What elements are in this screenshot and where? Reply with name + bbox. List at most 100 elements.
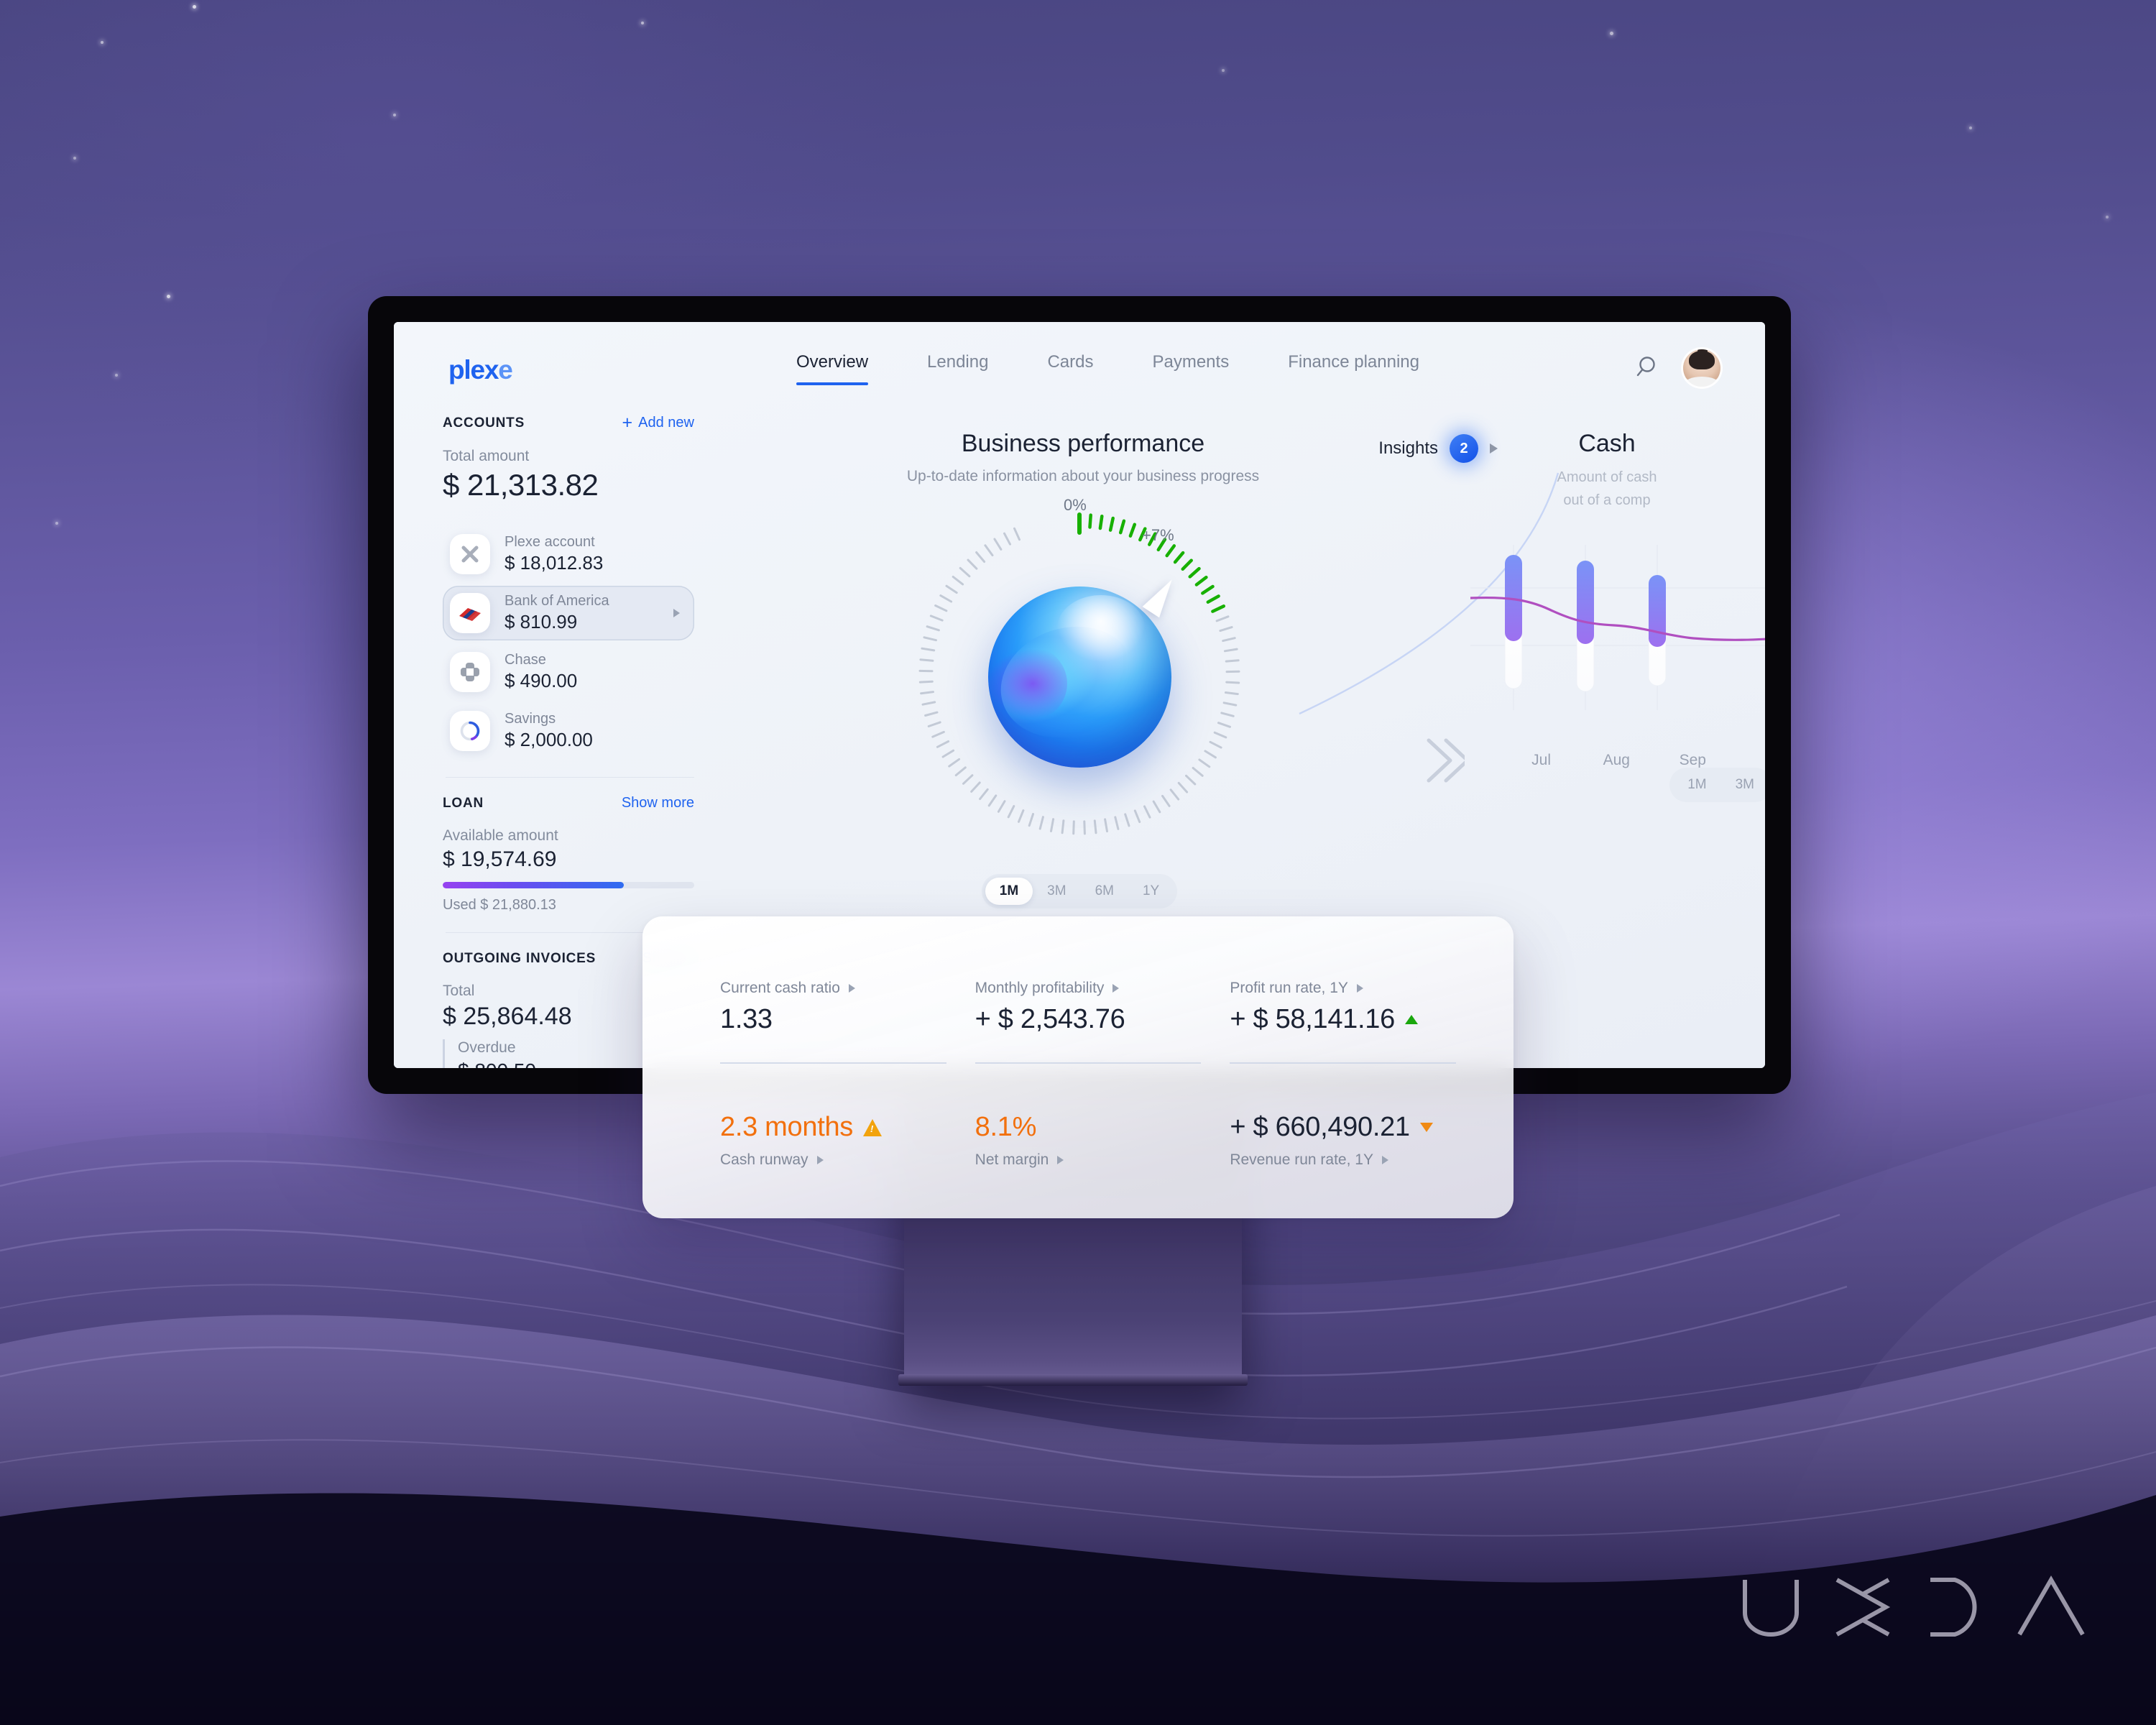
period-pill: 1M 3M 6M 1Y [981,874,1178,908]
business-performance-panel: Business performance Up-to-date informat… [703,430,1463,488]
metric-label: Revenue run rate, 1Y [1230,1151,1373,1168]
uxda-letter-d [1930,1578,1977,1637]
metric-value-text: 2.3 months [720,1112,853,1142]
uxda-letter-u [1743,1580,1799,1637]
search-icon[interactable] [1634,355,1659,380]
metric-label: Net margin [975,1151,1049,1168]
gauge-value-label: +7% [1142,526,1174,544]
metric-cash-runway[interactable]: 2.3 months Cash runway [720,1112,946,1169]
performance-gauge: 0% +7% [911,496,1248,840]
cash-flow-panel: Cash Amount of cash out of a comp [1449,430,1765,511]
page-subtitle: Up-to-date information about your busine… [906,468,1260,484]
metric-rule [975,1062,1202,1064]
star [2106,216,2109,218]
metric-value-text: + $ 660,490.21 [1230,1112,1410,1142]
gauge-min-label: 0% [1064,496,1087,514]
total-amount-value: $ 21,313.82 [443,468,599,502]
metric-value: 2.3 months [720,1112,946,1143]
chevron-right-icon [1057,1156,1064,1164]
cash-flow-chart [1470,545,1765,710]
page-title: Business performance [961,430,1205,457]
chevron-right-icon [1381,1156,1388,1164]
metric-value-text: 1.33 [720,1004,773,1034]
metric-header: Cash runway [720,1151,946,1169]
star [1969,126,1972,129]
chevron-right-icon [1356,984,1363,993]
uxda-letter-x [1835,1578,1891,1637]
metric-header: Net margin [975,1151,1202,1169]
metrics-row-1: Current cash ratio 1.33 Monthly profitab… [720,980,1456,1064]
metric-value: + $ 58,141.16 [1230,1004,1456,1035]
trend-down-icon [1419,1123,1433,1132]
monitor-stand-foot [898,1374,1248,1386]
cash-panel-subtitle-2: out of a comp [1563,492,1651,508]
metric-value-text: + $ 2,543.76 [975,1004,1125,1034]
sphere-gloss [1057,595,1145,661]
logo-main: plex [448,355,499,385]
total-amount-label: Total amount [443,448,530,464]
metric-rule [720,1062,946,1064]
metric-revenue-run-rate[interactable]: + $ 660,490.21 Revenue run rate, 1Y [1230,1112,1456,1169]
star [641,22,644,24]
star [1610,32,1613,35]
plus-icon: + [622,413,633,433]
tab-finance-planning[interactable]: Finance planning [1288,352,1419,385]
metric-value-text: 8.1% [975,1112,1037,1142]
metric-value: + $ 660,490.21 [1230,1112,1456,1143]
period-1y[interactable]: 1Y [1128,878,1174,905]
accounts-header: ACCOUNTS + Add new [443,414,694,432]
star [167,295,170,298]
metric-value: 1.33 [720,1004,946,1035]
period-1m[interactable]: 1M [985,878,1033,905]
star [193,5,196,9]
metric-value: 8.1% [975,1112,1202,1143]
tab-cards[interactable]: Cards [1047,352,1093,385]
metric-value-text: + $ 58,141.16 [1230,1004,1395,1034]
tab-payments[interactable]: Payments [1152,352,1229,385]
metric-current-cash-ratio[interactable]: Current cash ratio 1.33 [720,980,946,1064]
metric-header: Monthly profitability [975,980,1202,997]
star [1222,69,1225,72]
cash-period-pill: 1M 3M [1669,768,1765,802]
star [55,522,58,525]
metric-net-margin[interactable]: 8.1% Net margin [975,1112,1202,1169]
chevron-right-icon [848,984,855,993]
desktop-scene: plexe Overview Lending Cards Payments Fi… [0,0,2156,1725]
cash-panel-title: Cash [1578,430,1636,457]
cash-period-selector: 1M 3M [1669,768,1765,802]
star [73,157,76,160]
performance-sphere [988,586,1171,768]
chevron-right-icon [1112,984,1120,993]
cash-panel-subtitle-1: Amount of cash [1557,469,1657,485]
period-6m[interactable]: 6M [1081,878,1128,905]
main-nav: Overview Lending Cards Payments Finance … [796,352,1478,385]
metric-monthly-profitability[interactable]: Monthly profitability + $ 2,543.76 [975,980,1202,1064]
cash-period-1m[interactable]: 1M [1673,771,1720,799]
metric-header: Current cash ratio [720,980,946,997]
add-new-account-button[interactable]: + Add new [622,414,694,432]
chart-x-label-sep: Sep [1679,752,1706,768]
insights-label: Insights [1378,438,1438,458]
chevron-right-icon [816,1156,824,1164]
chart-x-label-jul: Jul [1531,752,1551,768]
add-new-label: Add new [638,415,694,431]
metric-rule [1230,1062,1456,1064]
logo-accent: e [498,355,513,385]
avatar[interactable] [1683,349,1720,387]
metric-profit-run-rate[interactable]: Profit run rate, 1Y + $ 58,141.16 [1230,980,1456,1064]
tab-overview[interactable]: Overview [796,352,869,385]
star [101,41,103,44]
app-logo[interactable]: plexe [448,355,513,385]
invoices-title: OUTGOING INVOICES [443,950,596,966]
app-header: plexe Overview Lending Cards Payments Fi… [394,322,1765,401]
key-metrics-card: Current cash ratio 1.33 Monthly profitab… [642,916,1514,1218]
tab-lending[interactable]: Lending [927,352,988,385]
metric-value: + $ 2,543.76 [975,1004,1202,1035]
star [115,374,118,377]
period-3m[interactable]: 3M [1033,878,1080,905]
metric-label: Profit run rate, 1Y [1230,980,1348,996]
metric-label: Cash runway [720,1151,808,1168]
warning-triangle-icon [863,1118,882,1136]
loan-available-value: $ 19,574.69 [443,847,557,871]
cash-period-3m[interactable]: 3M [1721,771,1765,799]
